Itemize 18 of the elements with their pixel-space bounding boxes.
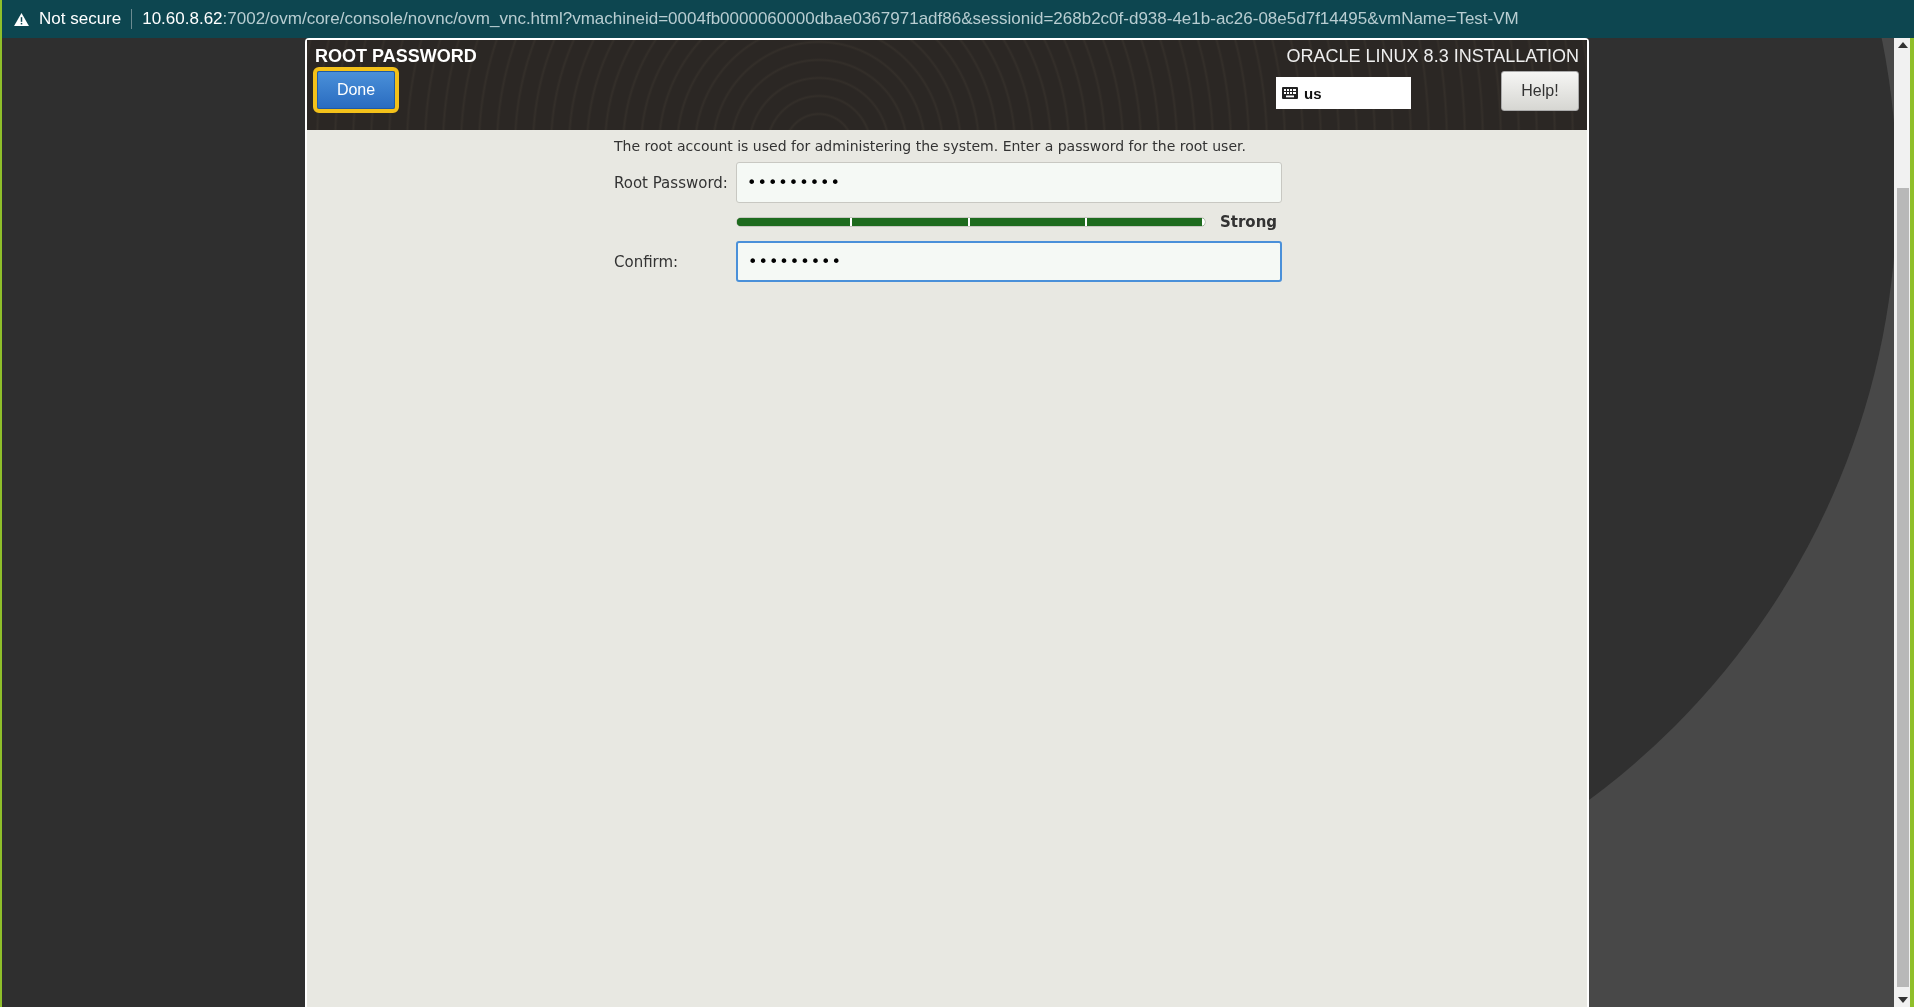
security-label[interactable]: Not secure (39, 9, 122, 29)
keyboard-icon (1282, 87, 1298, 99)
description-text: The root account is used for administering the system. Enter a password for the root user. (614, 138, 1247, 154)
help-button[interactable]: Help! (1501, 71, 1579, 111)
scroll-up-icon[interactable] (1898, 42, 1908, 48)
spoke-title: ROOT PASSWORD (315, 46, 477, 67)
field-label: Confirm: (614, 252, 680, 271)
field-label: Root Password: (614, 173, 729, 192)
url-text[interactable]: 10.60.8.62:7002/ovm/core/console/novnc/ovm_vnc.html?vmachineid=0004fb0000060000dbae0367971adf86&sessionid=268b2c0f-d938-4e1b-ac26-08e5d7f14495&vmName=Test-VM (142, 9, 1519, 29)
keyboard-layout-field[interactable]: us (1276, 77, 1411, 109)
strength-label: Strong (1220, 213, 1278, 231)
scrollbar-thumb[interactable] (1897, 188, 1909, 987)
warning-icon (14, 12, 29, 26)
password-field[interactable]: ••••••••• (736, 162, 1282, 203)
password-field[interactable]: ••••••••• (736, 241, 1282, 282)
product-title: ORACLE LINUX 8.3 INSTALLATION (1286, 46, 1579, 67)
scroll-down-icon[interactable] (1898, 997, 1908, 1003)
scrollbar[interactable] (1894, 38, 1910, 1007)
